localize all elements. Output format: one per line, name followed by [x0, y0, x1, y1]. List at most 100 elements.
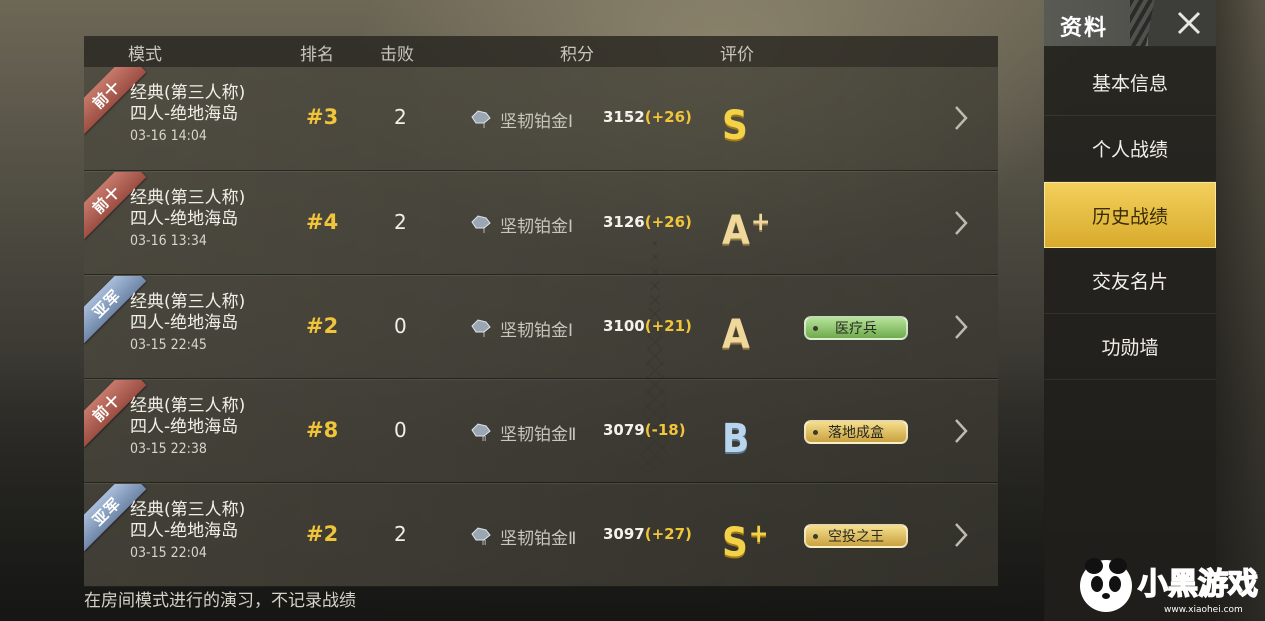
rank-value: #8 — [306, 418, 339, 442]
map-name: 四人-绝地海岛 — [130, 521, 239, 541]
match-row[interactable]: 亚军 经典(第三人称) 四人-绝地海岛 03-15 22:04 #2 2 II … — [84, 483, 998, 587]
svg-text:II: II — [482, 539, 486, 546]
rank-value: #4 — [306, 210, 339, 234]
score-value: 3079(-18) — [603, 421, 686, 439]
platinum-tier-icon: I — [471, 215, 491, 234]
badge-label: 医疗兵 — [835, 321, 877, 337]
match-row[interactable]: 亚军 经典(第三人称) 四人-绝地海岛 03-15 22:45 #2 0 I 坚… — [84, 275, 998, 379]
menu-item-personal-stats[interactable]: 个人战绩 — [1044, 116, 1216, 182]
title-badge: 空投之王 — [804, 524, 908, 548]
grade-text: S — [722, 103, 748, 149]
score-number: 3097 — [603, 525, 645, 543]
chevron-right-icon[interactable] — [954, 105, 968, 131]
header-grade: 评价 — [720, 45, 754, 65]
grade-text: B — [722, 416, 750, 462]
match-row[interactable]: 前十 经典(第三人称) 四人-绝地海岛 03-16 13:34 #4 2 I 坚… — [84, 171, 998, 275]
platinum-tier-icon: I — [471, 110, 491, 129]
map-name: 四人-绝地海岛 — [130, 104, 239, 124]
score-number: 3126 — [603, 213, 645, 231]
footer-note: 在房间模式进行的演习，不记录战绩 — [84, 591, 356, 611]
mode-name: 经典(第三人称) — [130, 83, 246, 103]
platinum-tier-icon: II — [471, 527, 491, 546]
grade-letter: A — [722, 304, 751, 357]
chevron-right-icon[interactable] — [954, 522, 968, 548]
rank-value: #2 — [306, 314, 339, 338]
match-date: 03-16 14:04 — [130, 128, 207, 144]
grade-letter: S+ — [722, 512, 769, 565]
score-number: 3079 — [603, 421, 645, 439]
tier-name: 坚韧铂金Ⅱ — [500, 425, 577, 445]
kills-value: 2 — [394, 210, 407, 234]
score-delta: (+21) — [644, 317, 692, 335]
rank-value: #2 — [306, 522, 339, 546]
match-mode: 经典(第三人称) 四人-绝地海岛 03-16 13:34 — [130, 188, 245, 252]
menu-item-basic-info[interactable]: 基本信息 — [1044, 50, 1216, 116]
grade-plus: + — [750, 207, 771, 237]
grade-text: S — [722, 520, 748, 566]
grade-letter: B — [722, 408, 750, 461]
mode-name: 经典(第三人称) — [130, 500, 246, 520]
match-mode: 经典(第三人称) 四人-绝地海岛 03-15 22:38 — [130, 396, 245, 460]
tier-name: 坚韧铂金Ⅰ — [500, 321, 574, 341]
menu-item-friend-card[interactable]: 交友名片 — [1044, 248, 1216, 314]
header-rank: 排名 — [300, 45, 334, 65]
grade-text: A — [722, 312, 750, 358]
table-header: 模式 排名 击败 积分 评价 — [84, 36, 998, 67]
chevron-right-icon[interactable] — [954, 314, 968, 340]
grade-plus: + — [748, 519, 769, 549]
match-date: 03-15 22:38 — [130, 441, 207, 457]
watermark-brand: 小黑游戏 — [1138, 567, 1258, 602]
tier-name: 坚韧铂金Ⅰ — [500, 217, 574, 237]
map-name: 四人-绝地海岛 — [130, 313, 239, 333]
watermark-logo: 小黑游戏 www.xiaohei.com — [1080, 558, 1259, 615]
platinum-tier-icon: I — [471, 319, 491, 338]
header-mode: 模式 — [128, 45, 162, 65]
grade-letter: A+ — [722, 200, 770, 253]
score-delta: (-18) — [644, 421, 686, 439]
map-name: 四人-绝地海岛 — [130, 417, 239, 437]
badge-label: 空投之王 — [828, 529, 884, 545]
badge-dot — [813, 430, 818, 435]
menu-item-honor-wall[interactable]: 功勋墙 — [1044, 314, 1216, 380]
match-mode: 经典(第三人称) 四人-绝地海岛 03-16 14:04 — [130, 83, 245, 147]
history-table: 模式 排名 击败 积分 评价 前十 经典(第三人称) 四人-绝地海岛 03-16… — [84, 36, 998, 587]
score-value: 3097(+27) — [603, 525, 692, 543]
header-score: 积分 — [560, 45, 594, 65]
score-delta: (+26) — [644, 213, 692, 231]
chevron-right-icon[interactable] — [954, 418, 968, 444]
kills-value: 0 — [394, 314, 407, 338]
title-badge: 落地成盒 — [804, 420, 908, 444]
match-date: 03-15 22:45 — [130, 337, 207, 353]
score-delta: (+26) — [644, 108, 692, 126]
match-mode: 经典(第三人称) 四人-绝地海岛 03-15 22:04 — [130, 500, 245, 564]
svg-text:I: I — [483, 331, 485, 338]
header-kills: 击败 — [380, 45, 414, 65]
score-value: 3100(+21) — [603, 317, 692, 335]
close-icon[interactable] — [1174, 8, 1204, 38]
score-number: 3152 — [603, 108, 645, 126]
map-name: 四人-绝地海岛 — [130, 209, 239, 229]
tier-name: 坚韧铂金Ⅱ — [500, 529, 577, 549]
match-row[interactable]: 前十 经典(第三人称) 四人-绝地海岛 03-16 14:04 #3 2 I 坚… — [84, 67, 998, 171]
grade-text: A — [722, 208, 750, 254]
mode-name: 经典(第三人称) — [130, 396, 246, 416]
match-date: 03-15 22:04 — [130, 545, 207, 561]
score-delta: (+27) — [644, 525, 692, 543]
tier-name: 坚韧铂金Ⅰ — [500, 112, 574, 132]
platinum-tier-icon: II — [471, 423, 491, 442]
menu-item-match-history[interactable]: 历史战绩 — [1044, 182, 1216, 248]
match-mode: 经典(第三人称) 四人-绝地海岛 03-15 22:45 — [130, 292, 245, 356]
grade-letter: S — [722, 95, 749, 148]
kills-value: 2 — [394, 522, 407, 546]
chevron-right-icon[interactable] — [954, 210, 968, 236]
profile-menu: 基本信息 个人战绩 历史战绩 交友名片 功勋墙 — [1044, 50, 1216, 380]
kills-value: 0 — [394, 418, 407, 442]
mode-name: 经典(第三人称) — [130, 188, 246, 208]
mode-name: 经典(第三人称) — [130, 292, 246, 312]
panel-title: 资料 — [1060, 16, 1109, 41]
rank-value: #3 — [306, 105, 339, 129]
match-row[interactable]: 前十 经典(第三人称) 四人-绝地海岛 03-15 22:38 #8 0 II … — [84, 379, 998, 483]
badge-dot — [813, 534, 818, 539]
svg-text:I: I — [483, 227, 485, 234]
score-value: 3126(+26) — [603, 213, 692, 231]
